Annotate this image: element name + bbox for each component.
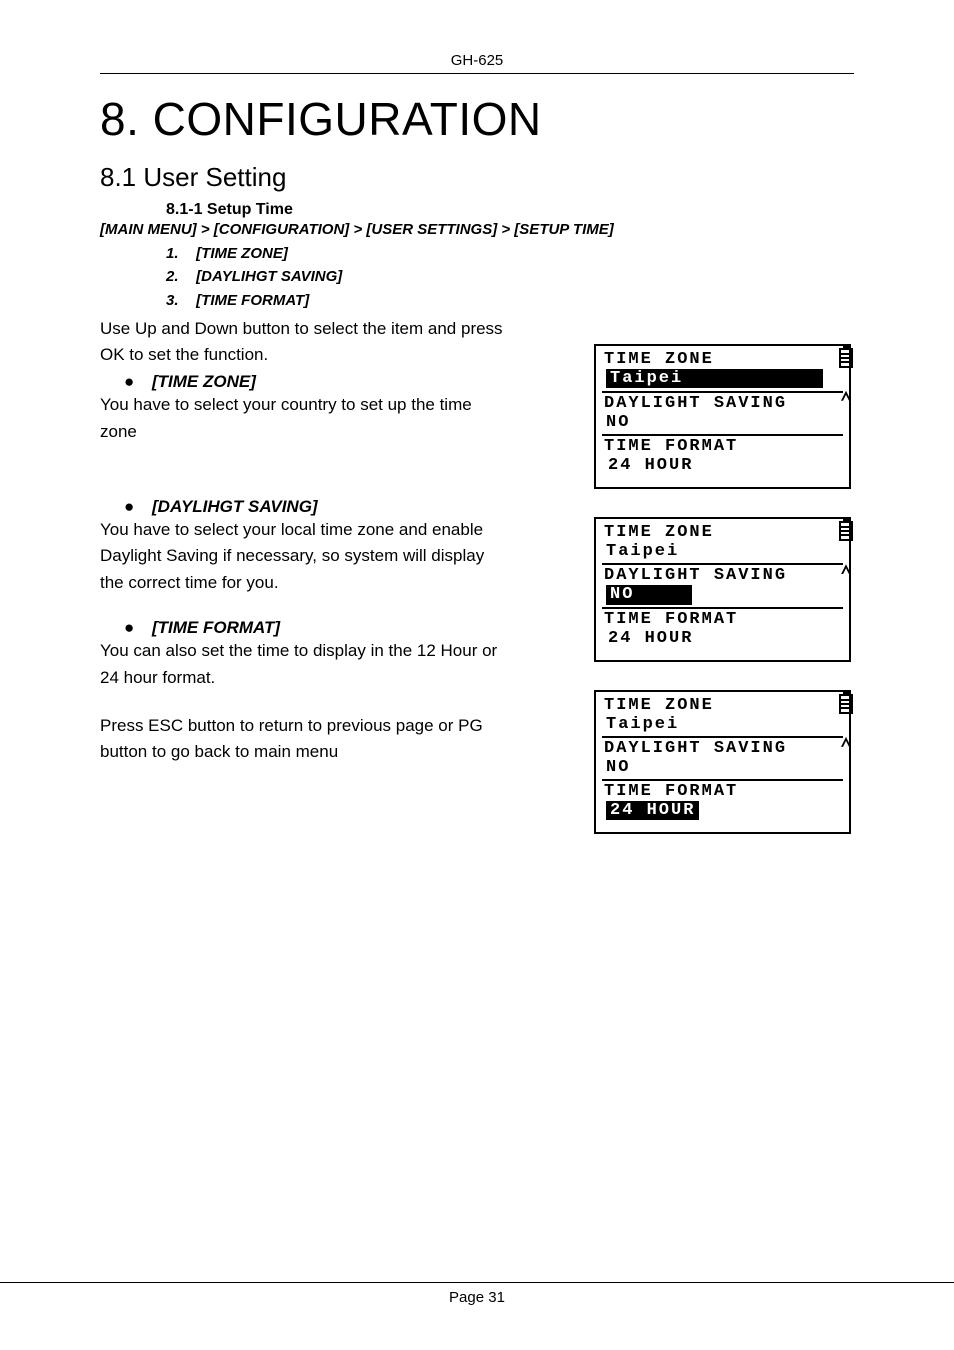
lcd-status-icons (839, 348, 853, 406)
lcd-label-timezone: TIME ZONE (602, 696, 843, 715)
lcd-value-timeformat: 24 HOUR (606, 629, 693, 648)
lcd-value-timezone: Taipei (602, 715, 843, 738)
menu-options-list: 1. [TIME ZONE] 2. [DAYLIHGT SAVING] 3. [… (166, 242, 854, 312)
lcd-value-row: 24 HOUR (602, 801, 843, 823)
page: GH-625 8. CONFIGURATION 8.1 User Setting… (0, 0, 954, 1350)
lcd-selected-value: Taipei (606, 369, 823, 389)
lcd-selected-value: NO (606, 585, 692, 605)
chapter-title: 8. CONFIGURATION (100, 92, 854, 146)
lcd-selected-value: 24 HOUR (606, 801, 699, 821)
bullet-label: [TIME ZONE] (152, 372, 256, 392)
list-item: 3. [TIME FORMAT] (166, 289, 854, 312)
section-body: You can also set the time to display in … (100, 638, 506, 691)
list-item: 1. [TIME ZONE] (166, 242, 854, 265)
bullet-label: [DAYLIHGT SAVING] (152, 497, 318, 517)
menu-breadcrumb: [MAIN MENU] > [CONFIGURATION] > [USER SE… (100, 221, 854, 238)
lcd-label-daylight: DAYLIGHT SAVING (602, 566, 843, 585)
list-label: [DAYLIHGT SAVING] (196, 268, 342, 285)
lcd-label-timeformat: TIME FORMAT (602, 437, 843, 456)
list-number: 2. (166, 265, 192, 288)
bullet-icon: ● (124, 497, 152, 517)
section-time-zone: ● [TIME ZONE] You have to select your co… (100, 372, 506, 445)
satellite-icon (839, 386, 853, 406)
lcd-value-row: NO (602, 585, 843, 609)
section-daylight-saving: ● [DAYLIHGT SAVING] You have to select y… (100, 497, 506, 596)
lcd-status-icons (839, 694, 853, 752)
lcd-value-row: Taipei (602, 369, 843, 394)
bullet-icon: ● (124, 372, 152, 392)
subsection-title: 8.1-1 Setup Time (166, 201, 854, 219)
lcd-label-timezone: TIME ZONE (602, 523, 843, 542)
section-title: 8.1 User Setting (100, 162, 854, 193)
bullet-icon: ● (124, 618, 152, 638)
lcd-label-timezone: TIME ZONE (602, 350, 843, 369)
battery-icon (839, 348, 853, 368)
lcd-label-timeformat: TIME FORMAT (602, 782, 843, 801)
text-column: Use Up and Down button to select the ite… (100, 316, 506, 766)
battery-icon (839, 521, 853, 541)
page-header: GH-625 (100, 52, 854, 74)
list-label: [TIME ZONE] (196, 245, 288, 262)
lcd-label-timeformat: TIME FORMAT (602, 610, 843, 629)
list-number: 3. (166, 289, 192, 312)
section-body: You have to select your country to set u… (100, 392, 506, 445)
content-columns: Use Up and Down button to select the ite… (100, 316, 854, 863)
intro-text: Use Up and Down button to select the ite… (100, 316, 506, 369)
lcd-value-daylight: NO (602, 413, 843, 436)
satellite-icon (839, 732, 853, 752)
list-item: 2. [DAYLIHGT SAVING] (166, 265, 854, 288)
list-number: 1. (166, 242, 192, 265)
bullet-label: [TIME FORMAT] (152, 618, 280, 638)
section-body: You have to select your local time zone … (100, 517, 506, 596)
screenshot-column: TIME ZONE Taipei DAYLIGHT SAVING NO TIME… (506, 316, 854, 863)
lcd-label-daylight: DAYLIGHT SAVING (602, 394, 843, 413)
page-number: Page 31 (449, 1289, 505, 1306)
page-footer: Page 31 (0, 1282, 954, 1306)
outro-text: Press ESC button to return to previous p… (100, 713, 506, 766)
lcd-value-timeformat: 24 HOUR (606, 456, 693, 475)
lcd-value-daylight: NO (602, 758, 843, 781)
lcd-value-timezone: Taipei (602, 542, 843, 565)
list-label: [TIME FORMAT] (196, 292, 309, 309)
lcd-screen-timezone: TIME ZONE Taipei DAYLIGHT SAVING NO TIME… (594, 344, 851, 490)
battery-icon (839, 694, 853, 714)
satellite-icon (839, 559, 853, 579)
lcd-screen-daylight: TIME ZONE Taipei DAYLIGHT SAVING NO TIME… (594, 517, 851, 662)
lcd-status-icons (839, 521, 853, 579)
section-time-format: ● [TIME FORMAT] You can also set the tim… (100, 618, 506, 691)
lcd-screen-timeformat: TIME ZONE Taipei DAYLIGHT SAVING NO TIME… (594, 690, 851, 835)
lcd-label-daylight: DAYLIGHT SAVING (602, 739, 843, 758)
device-model: GH-625 (451, 52, 504, 69)
